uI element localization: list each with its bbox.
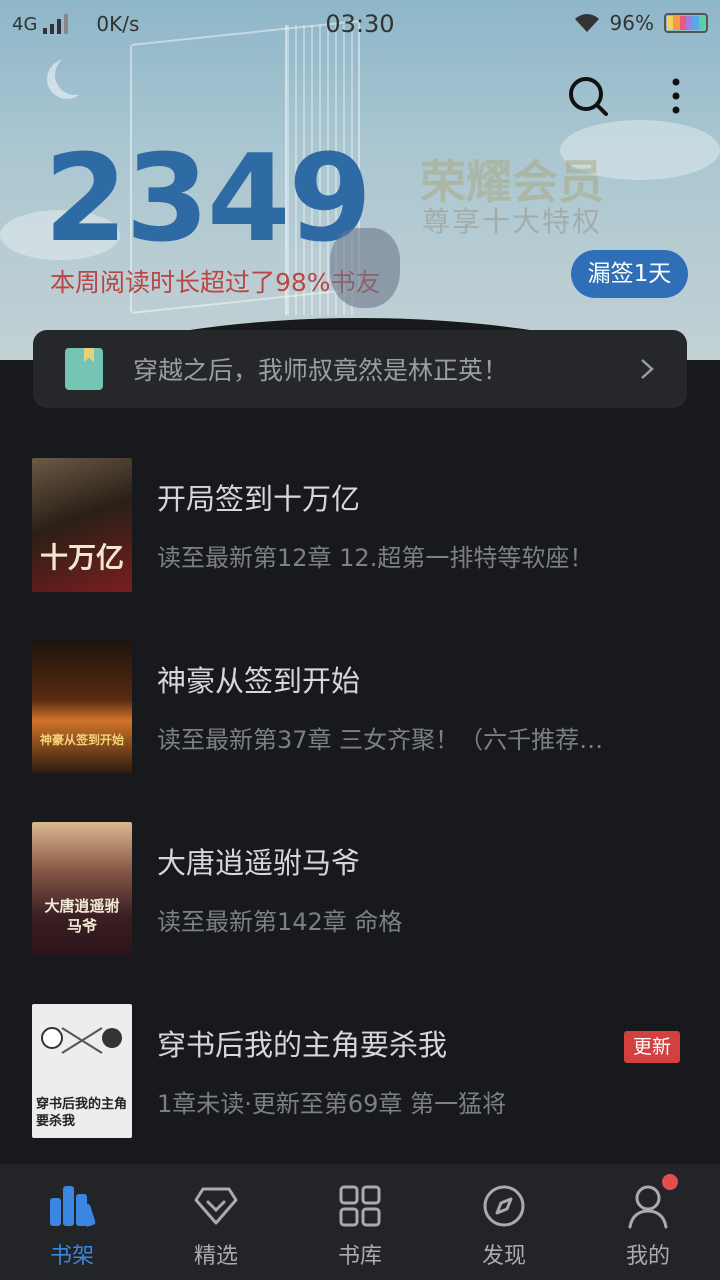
recommend-bar[interactable]: 穿越之后，我师叔竟然是林正英！ [33, 330, 687, 408]
wifi-icon [574, 13, 600, 33]
more-menu-button[interactable] [652, 72, 700, 120]
book-icon [65, 348, 103, 390]
cover-title: 神豪从签到开始 [39, 733, 124, 747]
status-bar: 4G 0K/s 03:30 96% [0, 0, 720, 50]
battery-percent: 96% [609, 11, 654, 35]
cover-title: 十万亿 [39, 541, 124, 574]
book-item[interactable]: 神豪从签到开始 神豪从签到开始 读至最新第37章 三女齐聚！（六千推荐… [0, 640, 720, 780]
book-title: 大唐逍遥驸马爷 [157, 846, 361, 880]
nav-item-discover[interactable]: 发现 [432, 1164, 576, 1280]
more-vertical-icon [672, 78, 680, 114]
vip-subtitle: 尊享十大特权 [422, 205, 603, 238]
compass-icon [480, 1182, 528, 1230]
book-progress: 读至最新第12章 12.超第一排特等软座！ [157, 544, 594, 572]
book-item[interactable]: 大唐逍遥驸马爷 大唐逍遥驸马爷 读至最新第142章 命格 [0, 822, 720, 962]
book-title: 开局签到十万亿 [157, 482, 361, 516]
book-item[interactable]: 十万亿 开局签到十万亿 读至最新第12章 12.超第一排特等软座！ [0, 458, 720, 598]
nav-label: 发现 [481, 1244, 526, 1269]
nav-item-bookshelf[interactable]: 书架 [0, 1164, 144, 1280]
bookshelf-icon [48, 1182, 96, 1230]
cover-title: 穿书后我的主角要杀我 [36, 1097, 128, 1129]
nav-label: 我的 [625, 1244, 670, 1269]
notification-dot [662, 1174, 678, 1190]
moon-decoration-icon [55, 55, 95, 95]
book-title: 神豪从签到开始 [157, 664, 361, 698]
cover-illustration [41, 1027, 122, 1054]
book-cover: 十万亿 [32, 458, 132, 592]
nav-item-library[interactable]: 书库 [288, 1164, 432, 1280]
update-badge: 更新 [624, 1031, 681, 1063]
book-cover: 穿书后我的主角要杀我 [32, 1004, 132, 1138]
nav-label: 精选 [193, 1244, 238, 1269]
book-progress: 读至最新第142章 命格 [157, 908, 403, 936]
book-progress: 读至最新第37章 三女齐聚！（六千推荐… [157, 726, 604, 754]
book-cover: 神豪从签到开始 [32, 640, 132, 774]
book-item[interactable]: 穿书后我的主角要杀我 穿书后我的主角要杀我 1章未读·更新至第69章 第一猛将 … [0, 1004, 720, 1144]
search-icon [569, 77, 608, 116]
book-title: 穿书后我的主角要杀我 [157, 1028, 448, 1062]
mascot-icon [330, 228, 400, 308]
profile-icon [624, 1182, 672, 1230]
recommend-text: 穿越之后，我师叔竟然是林正英！ [133, 356, 509, 385]
chevron-right-icon [641, 359, 654, 379]
nav-label: 书架 [49, 1244, 94, 1269]
cover-title: 大唐逍遥驸马爷 [44, 897, 120, 935]
diamond-icon [192, 1182, 240, 1230]
bottom-nav: 书架 精选 书库 发现 我的 [0, 1164, 720, 1280]
checkin-button[interactable]: 漏签1天 [571, 250, 688, 298]
app-screen: 4G 0K/s 03:30 96% 2349 本周阅读时长超过了98%书友 荣耀… [0, 0, 720, 1280]
reading-minutes[interactable]: 2349 [44, 140, 372, 260]
book-cover: 大唐逍遥驸马爷 [32, 822, 132, 956]
book-progress: 1章未读·更新至第69章 第一猛将 [157, 1090, 507, 1118]
nav-item-profile[interactable]: 我的 [576, 1164, 720, 1280]
battery-icon [664, 13, 708, 33]
grid-icon [336, 1182, 384, 1230]
search-button[interactable] [564, 72, 612, 120]
nav-item-featured[interactable]: 精选 [144, 1164, 288, 1280]
status-right: 96% [574, 11, 708, 35]
nav-label: 书库 [337, 1244, 382, 1269]
